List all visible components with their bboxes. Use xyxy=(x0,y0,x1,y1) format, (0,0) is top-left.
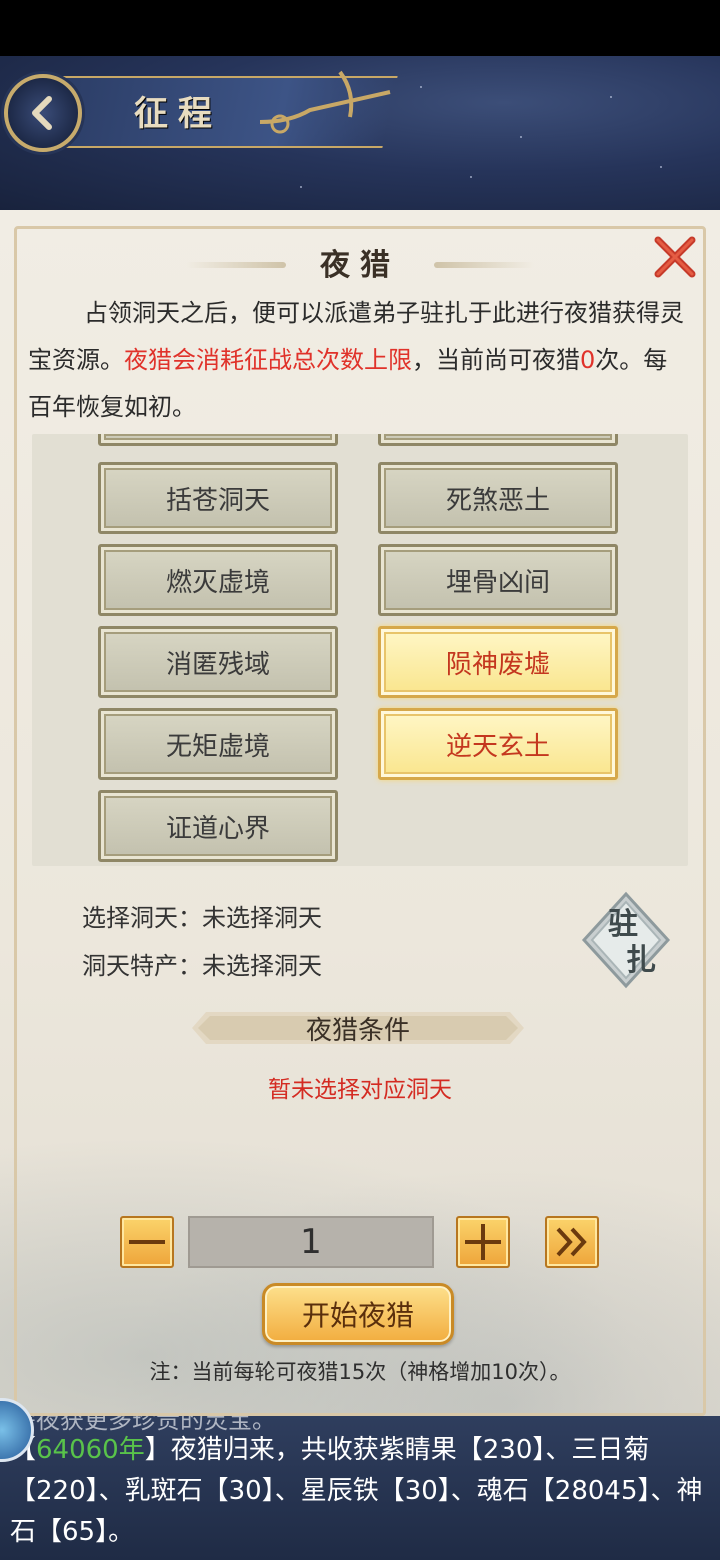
page-title: 征程 xyxy=(134,94,222,134)
cave-button[interactable]: 燃灭虚境 xyxy=(98,544,338,616)
chevron-left-icon xyxy=(32,96,52,130)
start-hunt-button[interactable]: 开始夜猎 xyxy=(262,1283,454,1345)
close-icon[interactable] xyxy=(652,234,698,280)
desc-text-2: ，当前尚可夜猎 xyxy=(412,346,580,374)
cave-button[interactable]: 死煞恶土 xyxy=(378,462,618,534)
desc-warning: 夜猎会消耗征战总次数上限 xyxy=(124,346,412,374)
cloud-ornament-icon xyxy=(259,70,391,134)
station-char-1: 驻 xyxy=(608,907,638,942)
cave-button[interactable]: 无矩虚境 xyxy=(98,708,338,780)
conditions-title: 夜猎条件 xyxy=(305,1016,410,1046)
header-area: 征程 xyxy=(0,56,720,212)
minus-icon xyxy=(129,1240,165,1244)
max-button[interactable] xyxy=(545,1216,599,1268)
cave-product-value: 未选择洞天 xyxy=(202,952,322,980)
dialog-description: 占领洞天之后，便可以派遣弟子驻扎于此进行夜猎获得灵宝资源。夜猎会消耗征战总次数上… xyxy=(28,290,688,431)
cave-product-label: 洞天特产： xyxy=(82,952,202,980)
cave-button[interactable]: 埋骨凶间 xyxy=(378,544,618,616)
cave-button[interactable]: 证道心界 xyxy=(98,790,338,862)
conditions-note: 暂未选择对应洞天 xyxy=(268,1077,452,1103)
cave-button[interactable]: 消匿残域 xyxy=(98,626,338,698)
back-button[interactable] xyxy=(4,74,82,152)
log-year: 64060年 xyxy=(36,1435,145,1465)
plus-icon xyxy=(465,1224,501,1260)
cave-button-highlighted[interactable]: 逆天玄土 xyxy=(378,708,618,780)
decrease-button[interactable] xyxy=(120,1216,174,1268)
dialog-title-wrap: 夜猎 xyxy=(180,240,540,286)
dialog-title: 夜猎 xyxy=(320,248,400,283)
cave-product-row: 洞天特产：未选择洞天 xyxy=(82,946,322,981)
message-log: 需夜获更多珍贵的灵宝。 【64060年】夜猎归来，共收获紫睛果【230】、三日菊… xyxy=(0,1416,720,1560)
quantity-field[interactable]: 1 xyxy=(188,1216,434,1268)
cave-button[interactable]: 括苍洞天 xyxy=(98,462,338,534)
log-message: 【64060年】夜猎归来，共收获紫睛果【230】、三日菊【220】、乳斑石【30… xyxy=(10,1430,710,1553)
footnote: 注：当前每轮可夜猎15次（神格增加10次）。 xyxy=(149,1360,571,1384)
status-bar xyxy=(0,0,720,56)
cave-button-partial[interactable] xyxy=(98,434,338,446)
desc-count: 0 xyxy=(580,346,596,374)
selected-cave-row: 选择洞天：未选择洞天 xyxy=(82,898,322,933)
cave-list[interactable]: 括苍洞天 死煞恶土 燃灭虚境 埋骨凶间 消匿残域 陨神废墟 无矩虚境 逆天玄土 … xyxy=(32,434,688,866)
cave-button-highlighted[interactable]: 陨神废墟 xyxy=(378,626,618,698)
increase-button[interactable] xyxy=(456,1216,510,1268)
station-button[interactable]: 驻 扎 xyxy=(580,890,672,990)
cave-button-partial[interactable] xyxy=(378,434,618,446)
selected-cave-label: 选择洞天： xyxy=(82,904,202,932)
double-chevron-right-icon xyxy=(556,1227,587,1257)
selected-cave-value: 未选择洞天 xyxy=(202,904,322,932)
station-char-2: 扎 xyxy=(626,943,656,978)
